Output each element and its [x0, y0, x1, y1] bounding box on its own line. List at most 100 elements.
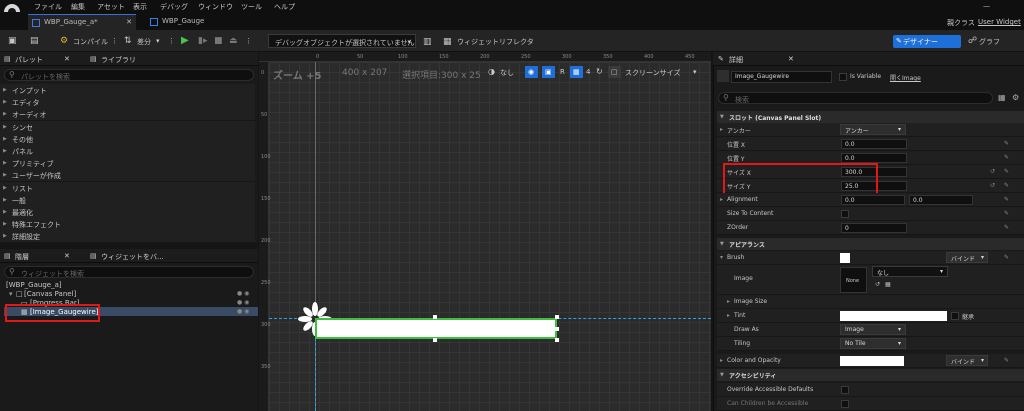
menu-view[interactable]: 表示	[133, 2, 147, 12]
pin-icon[interactable]: ✎	[1004, 254, 1009, 261]
tiling-dropdown[interactable]: No Tile ▾	[840, 338, 906, 349]
pin-icon[interactable]: ✎	[1004, 140, 1009, 147]
close-tab-icon[interactable]: ✕	[126, 18, 132, 26]
pin-icon[interactable]: ✎	[1004, 182, 1009, 189]
tab-wbp-gauge[interactable]: WBP_Gauge	[146, 14, 236, 30]
menu-tools[interactable]: ツール	[241, 2, 262, 12]
menu-asset[interactable]: アセット	[97, 2, 125, 12]
pin-icon[interactable]: ✎	[1004, 196, 1009, 203]
palette-category[interactable]: プリミティブ	[0, 157, 255, 171]
reset-icon[interactable]: ↺	[990, 168, 995, 175]
tree-toggle-icon[interactable]: ▾	[9, 290, 13, 298]
compile-options-icon[interactable]: ⋮	[111, 37, 118, 45]
browse-icon[interactable]: ▤	[30, 37, 39, 46]
collapse-arrow-icon[interactable]: ▾	[720, 254, 723, 261]
gauge-image-widget[interactable]	[315, 318, 557, 339]
menu-debug[interactable]: デバッグ	[160, 2, 188, 12]
size-to-content-checkbox[interactable]	[841, 210, 849, 218]
color-opacity-swatch[interactable]	[840, 356, 904, 366]
expand-arrow-icon[interactable]: ▸	[720, 357, 723, 364]
resize-handle-top-right[interactable]	[555, 315, 559, 319]
close-hierarchy-icon[interactable]: ✕	[64, 252, 70, 260]
anchor-dropdown[interactable]: アンカー ▾	[840, 124, 906, 135]
tab-library[interactable]: ライブラリ	[101, 55, 136, 65]
pin-icon[interactable]: ✎	[1004, 357, 1009, 364]
lock-eye-icon[interactable]: ● ◉	[237, 290, 249, 297]
debug-object-select[interactable]: デバッグオブジェクトが選択されていません ▾	[268, 34, 416, 48]
expand-arrow-icon[interactable]: ▸	[727, 298, 730, 305]
compile-button[interactable]: コンパイル	[73, 37, 108, 47]
browse-asset-icon[interactable]: ▦	[885, 281, 891, 288]
image-asset-dropdown[interactable]: なし ▾	[872, 266, 948, 277]
menu-edit[interactable]: 編集	[71, 2, 85, 12]
tab-hierarchy[interactable]: 階層	[15, 252, 29, 262]
play-options-icon[interactable]: ⋮	[245, 37, 252, 45]
resize-handle-right[interactable]	[555, 327, 559, 331]
palette-search-input[interactable]: パレットを検索	[4, 69, 254, 81]
resize-handle-top[interactable]	[433, 315, 437, 319]
palette-category[interactable]: リスト	[0, 181, 255, 195]
alignment-x-input[interactable]: 0.0	[841, 195, 905, 205]
appearance-section[interactable]: アピアランス	[717, 238, 1024, 250]
position-x-input[interactable]: 0.0	[841, 139, 907, 149]
minimize-icon[interactable]: —	[983, 2, 990, 10]
lock-eye-icon[interactable]: ● ◉	[237, 308, 249, 315]
reset-icon[interactable]: ↺	[990, 182, 995, 189]
widget-reflector-button[interactable]: ウィジェットリフレクタ	[457, 37, 534, 47]
details-search-input[interactable]: 検索	[718, 92, 993, 104]
position-y-input[interactable]: 0.0	[841, 153, 907, 163]
culture-none[interactable]: なし	[500, 68, 514, 78]
palette-category[interactable]: シンセ	[0, 120, 255, 134]
lock-icon[interactable]: ◉	[525, 66, 538, 78]
slot-section[interactable]: スロット (Canvas Panel Slot)	[717, 111, 1024, 123]
diff-icon[interactable]: ⇅	[124, 37, 132, 46]
hierarchy-search-input[interactable]: ウィジェットを検索	[4, 266, 254, 278]
palette-category[interactable]: インプット	[0, 84, 255, 97]
designer-mode-button[interactable]: ✎ デザイナー	[893, 35, 961, 48]
palette-category[interactable]: オーディオ	[0, 108, 255, 122]
open-image-link[interactable]: 開くImage	[890, 73, 921, 82]
tab-wbp-gauge-a[interactable]: WBP_Gauge_a* ✕	[28, 14, 136, 30]
lock-eye-icon[interactable]: ● ◉	[237, 299, 249, 306]
stop-icon[interactable]: ■	[214, 37, 223, 46]
resize-handle-bottom[interactable]	[433, 338, 437, 342]
expand-arrow-icon[interactable]: ▸	[727, 312, 730, 319]
palette-category[interactable]: その他	[0, 132, 255, 146]
draw-as-dropdown[interactable]: Image ▾	[840, 324, 906, 335]
palette-category[interactable]: エディタ	[0, 96, 255, 110]
tab-bind-widgets[interactable]: ウィジェットをバ...	[101, 252, 164, 262]
palette-category[interactable]: 一般	[0, 193, 255, 207]
children-accessible-checkbox[interactable]	[841, 400, 849, 408]
expand-icon[interactable]: ▢	[608, 66, 621, 78]
grid-value[interactable]: 4	[586, 68, 590, 76]
toolbar-options-icon[interactable]: ⋮	[168, 37, 175, 45]
tint-color-swatch[interactable]	[840, 311, 947, 321]
step-icon[interactable]: ▮▸	[198, 37, 207, 46]
palette-category[interactable]: パネル	[0, 145, 255, 158]
image-thumbnail[interactable]: None	[840, 267, 867, 293]
chevron-down-icon[interactable]: ▾	[156, 37, 160, 45]
bind-dropdown[interactable]: バインド ▾	[946, 355, 988, 366]
screen-size-dropdown[interactable]: スクリーンサイズ	[625, 68, 680, 78]
use-selected-icon[interactable]: ↺	[875, 281, 880, 288]
play-icon[interactable]: ▶	[181, 36, 189, 46]
bind-dropdown[interactable]: バインド ▾	[946, 252, 988, 263]
pin-icon[interactable]: ✎	[1004, 224, 1009, 231]
palette-category[interactable]: 詳細設定	[0, 230, 255, 244]
grid-snap-icon[interactable]: ▦	[570, 66, 583, 78]
pin-icon[interactable]: ✎	[1004, 154, 1009, 161]
designer-canvas[interactable]	[259, 52, 711, 411]
diff-button[interactable]: 差分	[137, 37, 151, 47]
close-palette-icon[interactable]: ✕	[64, 55, 70, 63]
parent-class-link[interactable]: User Widget	[978, 18, 1021, 26]
alignment-y-input[interactable]: 0.0	[909, 195, 973, 205]
refresh-icon[interactable]: ↻	[596, 67, 603, 76]
menu-help[interactable]: ヘルプ	[274, 2, 295, 12]
override-accessible-checkbox[interactable]	[841, 386, 849, 394]
menu-file[interactable]: ファイル	[34, 2, 62, 12]
accessibility-section[interactable]: アクセシビリティ	[717, 369, 1024, 381]
tab-details[interactable]: 詳細	[729, 55, 743, 65]
snap-rotate-label[interactable]: R	[560, 68, 565, 76]
pin-icon[interactable]: ✎	[1004, 168, 1009, 175]
expand-arrow-icon[interactable]: ▸	[720, 126, 723, 133]
